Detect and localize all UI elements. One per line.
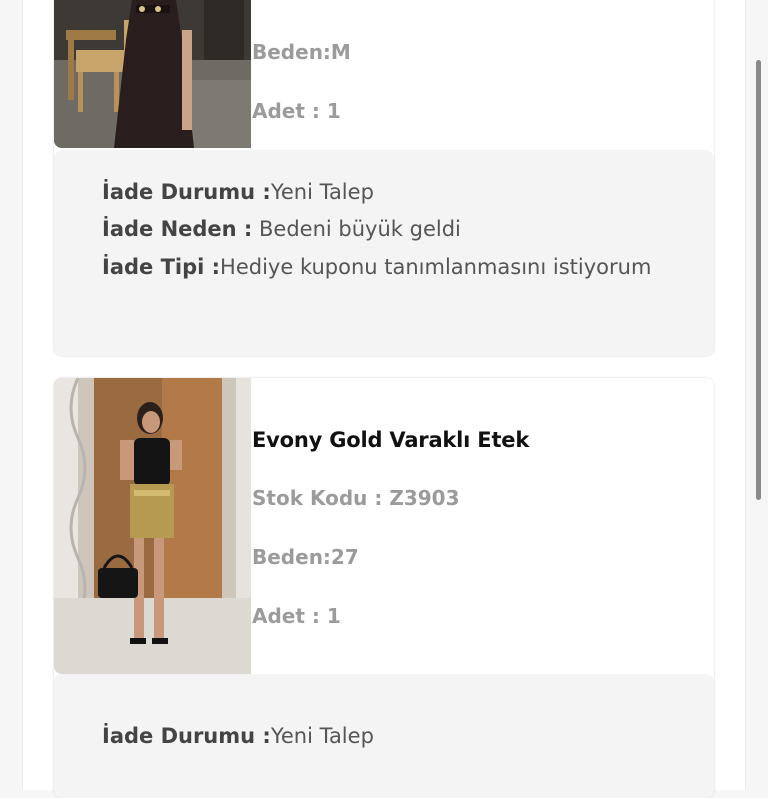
return-status-value: Yeni Talep: [270, 724, 374, 748]
return-status-row: İade Durumu :Yeni Talep: [102, 180, 374, 204]
return-reason-label: İade Neden :: [102, 217, 253, 241]
return-status-value: Yeni Talep: [270, 180, 374, 204]
product-image[interactable]: [54, 0, 251, 148]
return-status-label: İade Durumu :: [102, 724, 271, 748]
size-text: Beden:M: [252, 40, 351, 64]
product-image[interactable]: [54, 378, 251, 674]
product-name[interactable]: Evony Gold Varaklı Etek: [252, 428, 529, 452]
stock-code-text: Stok Kodu : Z3903: [252, 486, 460, 510]
return-status-label: İade Durumu :: [102, 180, 271, 204]
quantity-text: Adet : 1: [252, 99, 341, 123]
return-type-value: Hediye kuponu tanımlanmasını istiyorum: [220, 255, 652, 279]
product-photo-maxi-skirt: [54, 0, 251, 148]
return-reason-value: Bedeni büyük geldi: [252, 217, 461, 241]
return-item-card: Evony Gold Varaklı Etek Stok Kodu : Z390…: [54, 378, 714, 798]
return-status-row: İade Durumu :Yeni Talep: [102, 724, 374, 748]
return-reason-row: İade Neden : Bedeni büyük geldi: [102, 217, 461, 241]
product-photo-gold-skirt: [54, 378, 251, 674]
return-type-row: İade Tipi :Hediye kuponu tanımlanmasını …: [102, 255, 651, 279]
return-info-box: İade Durumu :Yeni Talep İade Neden : Bed…: [54, 150, 714, 356]
return-type-label: İade Tipi :: [102, 255, 221, 279]
scrollbar[interactable]: [756, 60, 761, 500]
return-info-box: İade Durumu :Yeni Talep: [54, 674, 714, 798]
size-text: Beden:27: [252, 545, 359, 569]
quantity-text: Adet : 1: [252, 604, 341, 628]
return-item-card: Beden:M Adet : 1 İade Durumu :Yeni Talep…: [54, 0, 714, 356]
